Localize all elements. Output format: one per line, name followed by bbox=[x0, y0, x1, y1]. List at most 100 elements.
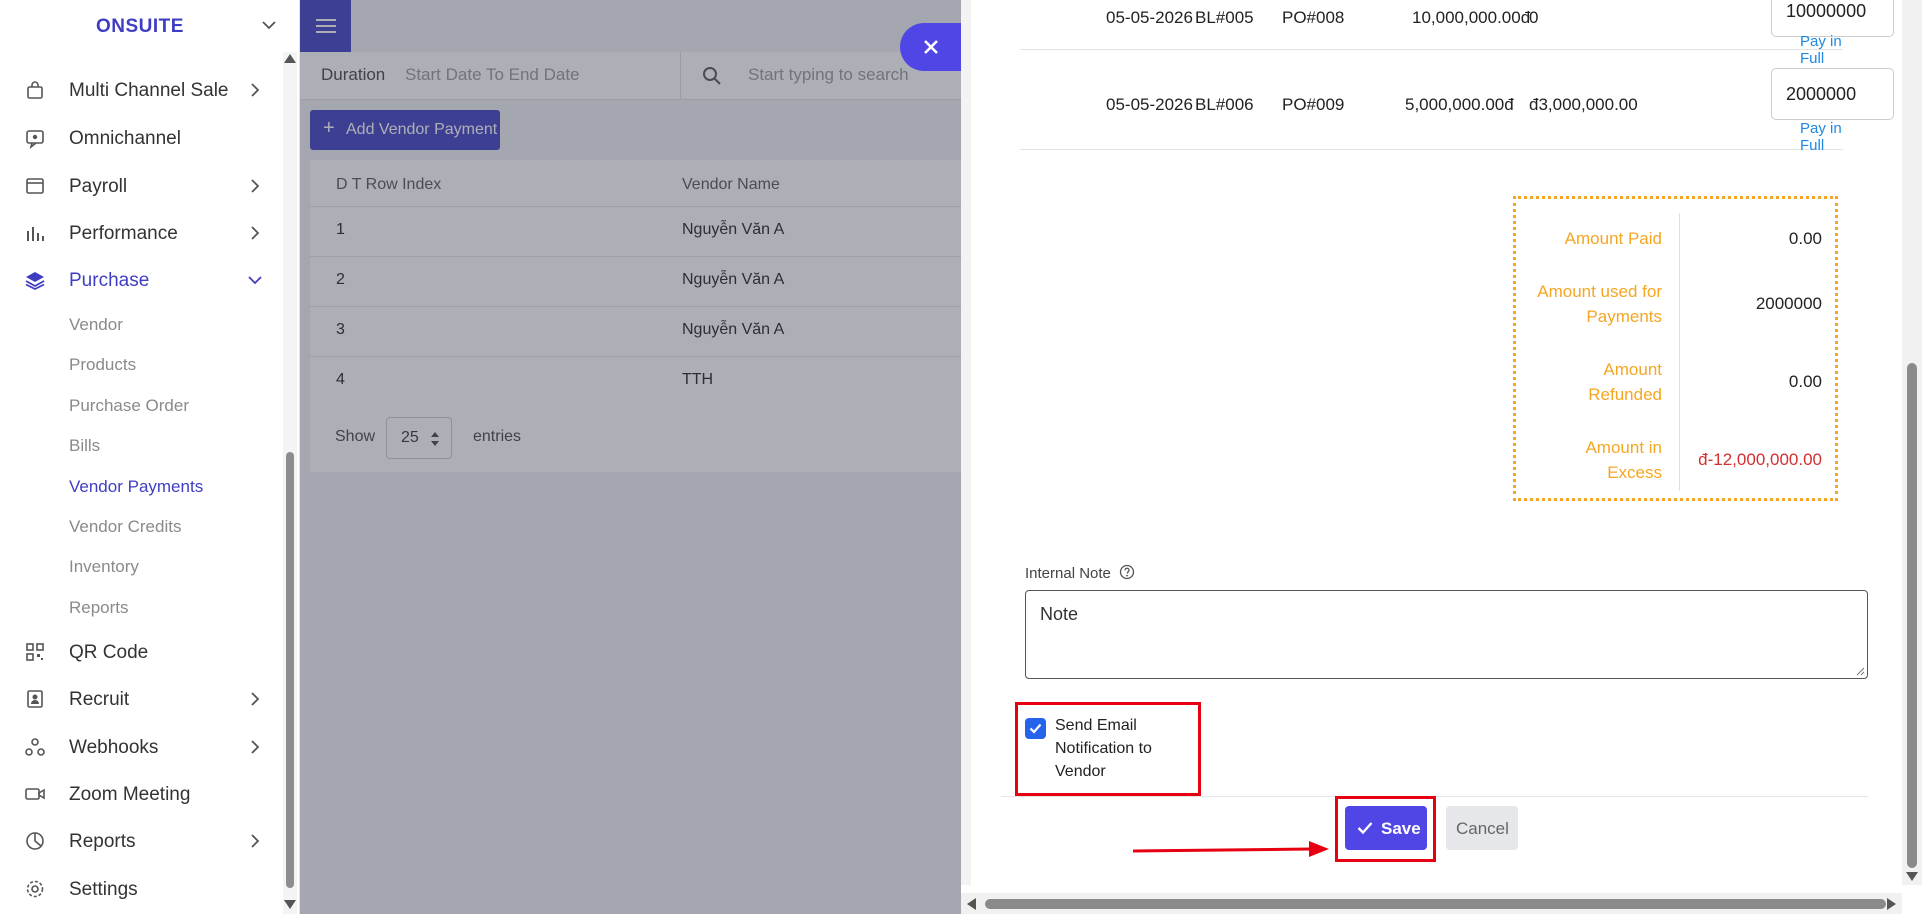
help-circle-icon[interactable] bbox=[1119, 564, 1135, 580]
sidebar-item-webhooks[interactable]: Webhooks bbox=[0, 725, 280, 769]
amount-excess-label: Amount in Excess bbox=[1585, 438, 1662, 482]
recruit-icon bbox=[27, 690, 43, 708]
chevron-right-icon bbox=[251, 83, 260, 97]
payment-amount-input[interactable]: 2000000 bbox=[1771, 68, 1894, 120]
sidebar-item-label: Recruit bbox=[69, 689, 130, 710]
scroll-left-arrow[interactable] bbox=[967, 898, 976, 910]
checkmark-icon bbox=[1029, 723, 1042, 734]
layers-icon bbox=[25, 272, 45, 291]
sidebar-item-reports[interactable]: Reports bbox=[0, 819, 280, 863]
scroll-down-arrow[interactable] bbox=[284, 900, 296, 909]
chevron-down-icon bbox=[248, 276, 262, 285]
payment-amount-input[interactable]: 10000000 bbox=[1771, 0, 1894, 37]
annotation-arrow-icon bbox=[1132, 841, 1329, 857]
gear-icon bbox=[26, 880, 44, 898]
close-icon bbox=[924, 40, 938, 54]
amount-used-value: 2000000 bbox=[1755, 294, 1822, 313]
scrollbar-thumb[interactable] bbox=[985, 899, 1886, 909]
brand-header[interactable]: ONSUITE bbox=[0, 0, 300, 52]
bill-date: 05-05-2026 bbox=[1106, 95, 1193, 114]
sidebar-item-qr-code[interactable]: QR Code bbox=[0, 630, 280, 674]
sidebar-item-multi-channel-sale[interactable]: Multi Channel Sale bbox=[0, 68, 280, 112]
sidebar-subitem-bills[interactable]: Bills bbox=[69, 436, 100, 456]
brand-name: ONSUITE bbox=[96, 16, 184, 37]
payment-amount-value: 2000000 bbox=[1786, 84, 1857, 104]
sidebar-subitem-vendor-credits[interactable]: Vendor Credits bbox=[69, 517, 181, 537]
chevron-right-icon bbox=[251, 834, 260, 848]
bill-amount: 5,000,000.00đ bbox=[1405, 95, 1514, 114]
sidebar-subitem-vendor[interactable]: Vendor bbox=[69, 315, 123, 335]
bar-chart-icon bbox=[27, 227, 44, 241]
pay-in-full-link[interactable]: Pay in Full bbox=[1800, 120, 1843, 154]
amount-refunded-value: 0.00 bbox=[1788, 372, 1822, 391]
sidebar-item-label: Omnichannel bbox=[69, 128, 181, 149]
bill-date: 05-05-2026 bbox=[1106, 8, 1193, 27]
drawer-vertical-scrollbar[interactable] bbox=[1902, 0, 1922, 885]
chevron-right-icon bbox=[251, 179, 260, 193]
amount-excess-value: đ-12,000,000.00 bbox=[1698, 450, 1822, 469]
cancel-button[interactable]: Cancel bbox=[1446, 806, 1518, 850]
sidebar-item-label: Zoom Meeting bbox=[69, 784, 191, 805]
internal-note-textarea[interactable]: Note bbox=[1025, 590, 1868, 679]
vendor-payment-drawer: 05-05-2026 BL#005 PO#008 10,000,000.00đ … bbox=[961, 0, 1922, 914]
bill-number: BL#006 bbox=[1195, 95, 1254, 114]
qr-code-icon bbox=[26, 643, 44, 661]
video-icon bbox=[25, 788, 45, 800]
resize-handle-icon[interactable] bbox=[1855, 666, 1865, 676]
send-email-checkbox[interactable] bbox=[1025, 718, 1046, 739]
cancel-label: Cancel bbox=[1456, 819, 1509, 838]
amount-refunded-label: Amount Refunded bbox=[1588, 360, 1662, 404]
amount-paid-value: 0.00 bbox=[1788, 229, 1822, 248]
omnichannel-icon bbox=[26, 130, 44, 149]
webhooks-icon bbox=[25, 738, 45, 756]
sidebar-item-label: Purchase bbox=[69, 270, 150, 291]
scroll-up-arrow[interactable] bbox=[284, 54, 296, 63]
chevron-down-icon[interactable] bbox=[260, 16, 278, 34]
sidebar-item-purchase[interactable]: Purchase bbox=[0, 258, 280, 302]
sidebar-item-settings[interactable]: Settings bbox=[0, 867, 280, 911]
sidebar-item-recruit[interactable]: Recruit bbox=[0, 677, 280, 721]
send-email-label[interactable]: Send Email Notification to Vendor bbox=[1055, 714, 1175, 783]
check-icon bbox=[1357, 822, 1373, 835]
scroll-right-arrow[interactable] bbox=[1887, 898, 1896, 910]
chevron-right-icon bbox=[251, 740, 260, 754]
sidebar-item-label: QR Code bbox=[69, 642, 149, 663]
sidebar-subitem-products[interactable]: Products bbox=[69, 355, 136, 375]
bill-number: BL#005 bbox=[1195, 8, 1254, 27]
sidebar-item-label: Webhooks bbox=[69, 737, 159, 758]
amount-paid-label: Amount Paid bbox=[1564, 229, 1662, 248]
sidebar: ONSUITE Multi Channel Sale Omnichannel P… bbox=[0, 0, 300, 914]
po-number: PO#009 bbox=[1282, 95, 1345, 114]
sidebar-item-payroll[interactable]: Payroll bbox=[0, 164, 280, 208]
sidebar-subitem-inventory[interactable]: Inventory bbox=[69, 557, 139, 577]
scrollbar-thumb[interactable] bbox=[286, 452, 294, 888]
drawer-horizontal-scrollbar[interactable] bbox=[961, 893, 1902, 914]
sidebar-item-label: Performance bbox=[69, 223, 178, 244]
sidebar-item-performance[interactable]: Performance bbox=[0, 211, 280, 255]
payroll-icon bbox=[26, 178, 44, 194]
pie-chart-icon bbox=[26, 832, 44, 850]
scroll-down-arrow[interactable] bbox=[1906, 872, 1918, 881]
sidebar-item-label: Multi Channel Sale bbox=[69, 80, 229, 101]
sidebar-subitem-vendor-payments[interactable]: Vendor Payments bbox=[69, 477, 203, 497]
chevron-right-icon bbox=[251, 226, 260, 240]
sidebar-item-omnichannel[interactable]: Omnichannel bbox=[0, 116, 280, 160]
sidebar-item-zoom-meeting[interactable]: Zoom Meeting bbox=[0, 772, 280, 816]
save-label: Save bbox=[1381, 819, 1421, 838]
drawer-edge bbox=[961, 0, 971, 885]
save-button[interactable]: Save bbox=[1345, 806, 1427, 850]
amount-due: 0 bbox=[1529, 8, 1539, 27]
bag-icon bbox=[27, 81, 43, 99]
amount-due: đ3,000,000.00 bbox=[1529, 95, 1638, 114]
pay-in-full-link[interactable]: Pay in Full bbox=[1800, 33, 1843, 67]
bill-amount: 10,000,000.00đ bbox=[1412, 8, 1531, 27]
chevron-right-icon bbox=[251, 692, 260, 706]
sidebar-scrollbar[interactable] bbox=[283, 52, 297, 914]
amount-used-label: Amount used for Payments bbox=[1537, 282, 1662, 326]
summary-divider bbox=[1679, 213, 1680, 491]
sidebar-subitem-purchase-order[interactable]: Purchase Order bbox=[69, 396, 189, 416]
sidebar-subitem-reports[interactable]: Reports bbox=[69, 598, 129, 618]
modal-backdrop[interactable] bbox=[300, 0, 961, 914]
close-drawer-button[interactable] bbox=[900, 23, 962, 71]
scrollbar-thumb[interactable] bbox=[1907, 363, 1917, 868]
